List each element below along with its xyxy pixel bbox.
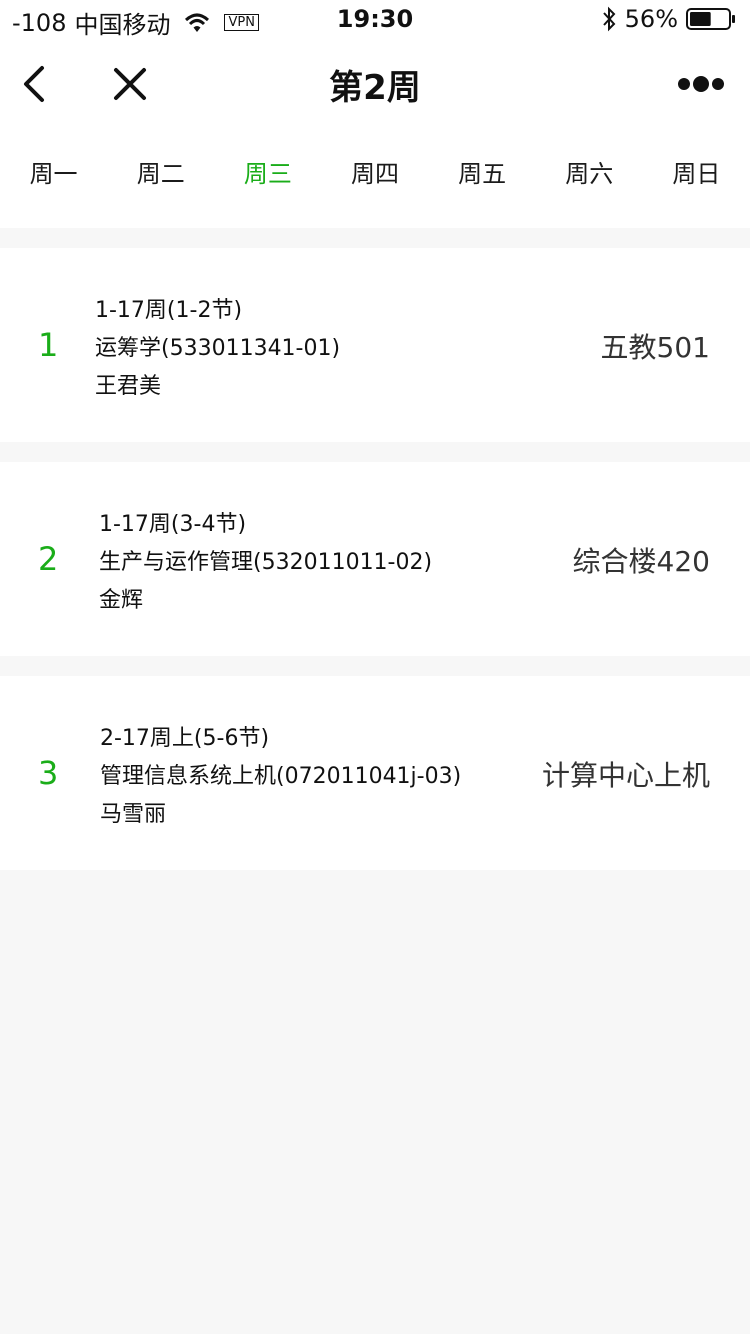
tab-sunday[interactable]: 周日 [643,128,750,228]
course-teacher: 王君美 [95,374,162,399]
course-name: 生产与运作管理(532011011-02) [99,550,433,575]
course-index: 3 [38,754,59,792]
course-card[interactable]: 1 1-17周(1-2节) 运筹学(533011341-01) 王君美 五教50… [0,248,750,442]
course-card[interactable]: 3 2-17周上(5-6节) 管理信息系统上机(072011041j-03) 马… [0,676,750,870]
status-right: 56% [601,5,736,33]
course-weeks: 1-17周(1-2节) [95,298,243,323]
nav-bar: 第2周 [0,40,750,128]
course-info: 1-17周(3-4节) 生产与运作管理(532011011-02) 金辉 [99,506,432,620]
course-teacher: 金辉 [99,588,144,613]
tab-friday[interactable]: 周五 [429,128,536,228]
course-list: 1 1-17周(1-2节) 运筹学(533011341-01) 王君美 五教50… [0,248,750,890]
course-weeks: 1-17周(3-4节) [99,512,247,537]
bluetooth-icon [602,6,616,32]
course-info: 1-17周(1-2节) 运筹学(533011341-01) 王君美 [95,292,340,406]
status-bar: -108 中国移动 VPN 19:30 56% [0,0,750,40]
course-info: 2-17周上(5-6节) 管理信息系统上机(072011041j-03) 马雪丽 [100,720,461,834]
tab-tuesday[interactable]: 周二 [107,128,214,228]
tab-wednesday[interactable]: 周三 [214,128,321,228]
weekday-tabs: 周一 周二 周三 周四 周五 周六 周日 [0,128,750,228]
course-teacher: 马雪丽 [100,802,167,827]
course-card[interactable]: 2 1-17周(3-4节) 生产与运作管理(532011011-02) 金辉 综… [0,462,750,656]
course-room: 五教501 [600,331,710,364]
battery-percent: 56% [624,5,678,33]
course-room: 综合楼420 [572,545,710,578]
course-name: 管理信息系统上机(072011041j-03) [100,764,462,789]
course-name: 运筹学(533011341-01) [95,336,341,361]
tab-monday[interactable]: 周一 [0,128,107,228]
course-index: 1 [38,326,59,364]
course-room: 计算中心上机 [541,759,710,792]
battery-icon [686,8,735,30]
page-title: 第2周 [329,68,421,108]
course-weeks: 2-17周上(5-6节) [100,726,270,751]
more-icon[interactable] [676,70,726,98]
tab-thursday[interactable]: 周四 [321,128,428,228]
course-index: 2 [38,540,59,578]
tab-saturday[interactable]: 周六 [536,128,643,228]
